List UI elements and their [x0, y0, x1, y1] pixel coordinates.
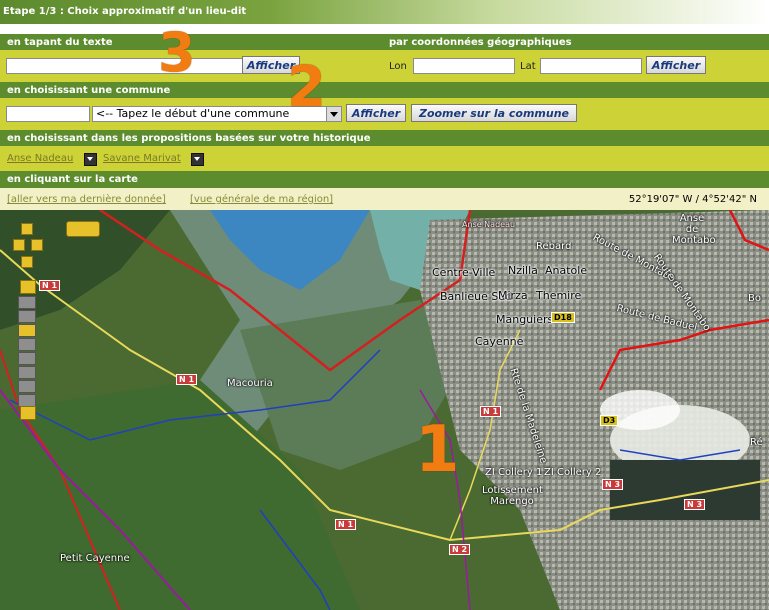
pan-up-icon[interactable] [21, 223, 33, 235]
map-label-centre-ville: Centre-Ville [432, 266, 496, 279]
pan-right-icon[interactable] [31, 239, 43, 251]
history-item-anse-nadeau[interactable]: Anse Nadeau [7, 153, 73, 164]
annotation-1: 1 [415, 413, 460, 487]
map-label-themire: Themire [536, 289, 582, 302]
history-header: en choisissant dans les propositions bas… [0, 130, 769, 146]
map-label-zi-collery-1: ZI Collery 1 [485, 467, 543, 478]
road-shield-d18: D18 [551, 312, 575, 323]
last-data-link[interactable]: [aller vers ma dernière donnée] [7, 194, 166, 205]
lon-input[interactable] [413, 58, 515, 74]
text-search-input[interactable] [6, 58, 244, 74]
step-title-bar: Etape 1/3 : Choix approximatif d'un lieu… [0, 0, 769, 24]
commune-select-value: <-- Tapez le début d'une commune [96, 107, 290, 120]
text-search-heading: en tapant du texte [7, 37, 113, 48]
text-search-header: en tapant du texte par coordonnées géogr… [0, 34, 769, 50]
zoom-level-step[interactable] [18, 380, 36, 393]
search-row: Afficher Lon Lat Afficher [0, 50, 769, 82]
geo-search-heading: par coordonnées géographiques [389, 37, 572, 48]
lat-label: Lat [520, 61, 536, 72]
map-label-nzilla: Nzilla [508, 264, 538, 277]
road-shield-n3: N 3 [602, 479, 624, 490]
pan-left-icon[interactable] [13, 239, 25, 251]
map-label-cayenne: Cayenne [475, 335, 524, 348]
pan-down-icon[interactable] [21, 256, 33, 268]
zoom-level-step[interactable] [18, 352, 36, 365]
commune-header: en choisissant une commune [0, 82, 769, 98]
map-heading: en cliquant sur la carte [7, 174, 138, 185]
zoom-level-step[interactable] [18, 366, 36, 379]
zoom-level-step[interactable] [18, 310, 36, 323]
zoom-level-step[interactable] [18, 296, 36, 309]
lon-label: Lon [389, 61, 407, 72]
map-label-macouria: Macouria [227, 378, 273, 389]
lat-input[interactable] [540, 58, 642, 74]
region-view-link[interactable]: [vue générale de ma région] [190, 194, 333, 205]
history-heading: en choisissant dans les propositions bas… [7, 133, 371, 144]
map-canvas[interactable]: Macouria Cayenne Petit Cayenne Rebard Ce… [0, 210, 769, 610]
map-label-bo: Bo [748, 293, 761, 304]
map-label-manguiers: Manguiers [496, 313, 554, 326]
road-shield-n2: N 2 [449, 544, 471, 555]
map-header: en cliquant sur la carte [0, 171, 769, 188]
zoom-in-icon[interactable] [20, 280, 36, 294]
map-label-lotissement-marengo: Lotissement Marengo [482, 485, 543, 507]
annotation-3: 3 [158, 21, 196, 84]
step-title: Etape 1/3 : Choix approximatif d'un lieu… [3, 6, 247, 17]
map-links-bar: [aller vers ma dernière donnée] [vue gén… [0, 188, 769, 210]
annotation-2: 2 [287, 55, 326, 120]
layers-icon[interactable] [66, 221, 100, 237]
map-label-anse-de-montabo: Anse de Montabo [672, 213, 716, 246]
map-label-zi-collery-2: ZI Collery 2 [544, 467, 602, 478]
map-label-re: Ré [750, 437, 763, 448]
chevron-down-icon [326, 107, 341, 121]
road-shield-d3: D3 [600, 415, 619, 426]
commune-input[interactable] [6, 106, 90, 122]
chevron-down-icon[interactable] [84, 153, 97, 166]
road-shield-n1: N 1 [480, 406, 502, 417]
zoom-slider-handle[interactable] [18, 324, 36, 337]
map-label-anse-nadeau: Anse Nadeau [462, 220, 516, 229]
coordinates-readout: 52°19'07" W / 4°52'42" N [628, 194, 757, 205]
map-label-petit-cayenne: Petit Cayenne [60, 553, 130, 564]
chevron-down-icon[interactable] [191, 153, 204, 166]
commune-show-button[interactable]: Afficher [346, 104, 406, 122]
zoom-out-icon[interactable] [20, 406, 36, 420]
road-shield-n3: N 3 [684, 499, 706, 510]
road-shield-n1: N 1 [176, 374, 198, 385]
road-shield-n1: N 1 [335, 519, 357, 530]
map-label-mirza: Mirza [498, 289, 528, 302]
commune-zoom-button[interactable]: Zoomer sur la commune [411, 104, 577, 122]
map-label-rebard: Rebard [536, 241, 572, 252]
commune-heading: en choisissant une commune [7, 85, 171, 96]
map-label-anatole: Anatole [545, 264, 588, 277]
geo-search-button[interactable]: Afficher [646, 56, 706, 74]
road-shield-n1: N 1 [39, 280, 61, 291]
zoom-level-step[interactable] [18, 338, 36, 351]
commune-row: <-- Tapez le début d'une commune Affiche… [0, 98, 769, 130]
history-item-savane-marivat[interactable]: Savane Marivat [103, 153, 181, 164]
